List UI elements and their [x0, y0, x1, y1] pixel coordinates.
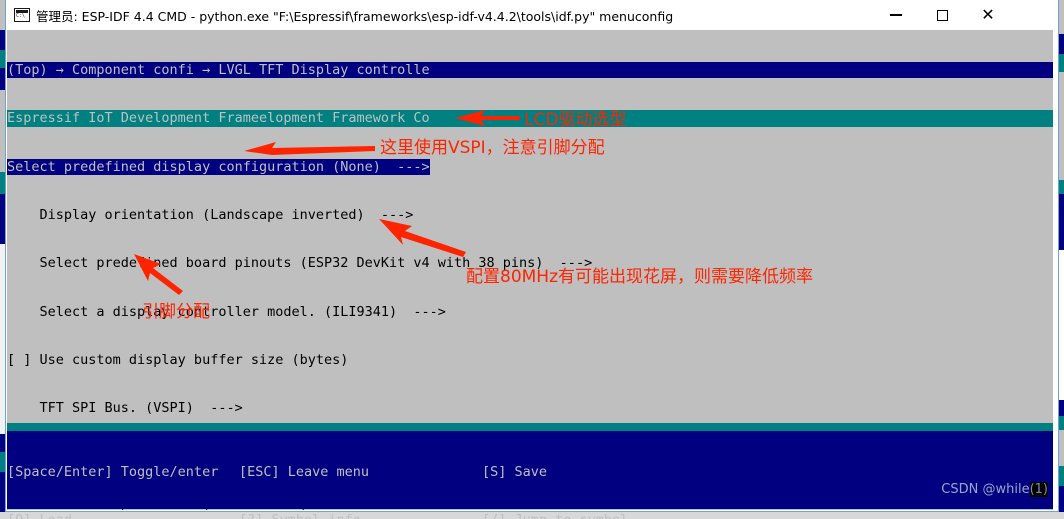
minimize-icon [890, 14, 902, 16]
help-row: [O] Load [?] Symbol info [/] Jump to sym… [7, 512, 1053, 519]
vspi-note: 这里使用VSPI，注意引脚分配 [380, 138, 605, 158]
cmd-console-icon [14, 8, 30, 22]
watermark-tail: (1) [1029, 482, 1048, 497]
menu-item[interactable]: TFT SPI Bus. (VSPI) ---> [7, 400, 1053, 416]
close-icon: ✕ [981, 5, 995, 24]
menu-item-selected-label: Select predefined display configuration … [7, 158, 430, 175]
minimize-button[interactable] [873, 0, 919, 30]
frequency-note: 配置80MHz有可能出现花屏，则需要降低频率 [466, 267, 814, 287]
maximize-button[interactable] [919, 0, 965, 30]
help-cell: [ESC] Leave menu [239, 464, 370, 481]
window-title: 管理员: ESP-IDF 4.4 CMD - python.exe "F:\Es… [36, 8, 674, 24]
help-panel: [Space/Enter] Toggle/enter [ESC] Leave m… [7, 431, 1053, 519]
watermark: CSDN @while(1) [941, 482, 1048, 497]
lcd-driver-note: LCD驱动选型 [524, 110, 627, 130]
help-cell: [/] Jump to symbol [482, 512, 628, 519]
menu-item[interactable]: Display orientation (Landscape inverted)… [7, 207, 1053, 223]
help-cell: [S] Save [482, 464, 548, 481]
screen: 管理员: ESP-IDF 4.4 CMD - python.exe "F:\Es… [0, 0, 1064, 519]
help-cell: [O] Load [7, 512, 239, 519]
maximize-icon [936, 9, 948, 21]
help-row: [Space/Enter] Toggle/enter [ESC] Leave m… [7, 464, 1053, 480]
menu-item[interactable]: [ ] Use custom display buffer size (byte… [7, 352, 1053, 368]
watermark-prefix: CSDN @while [941, 482, 1030, 497]
title-bar[interactable]: 管理员: ESP-IDF 4.4 CMD - python.exe "F:\Es… [6, 0, 1058, 30]
help-separator [7, 423, 1053, 431]
breadcrumb: (Top) → Component confi → LVGL TFT Displ… [7, 62, 1053, 79]
pin-assign-note: 引脚分配 [142, 302, 210, 322]
help-cell: [?] Symbol info [239, 512, 482, 519]
console-window: 管理员: ESP-IDF 4.4 CMD - python.exe "F:\Es… [5, 0, 1059, 519]
close-button[interactable]: ✕ [965, 0, 1011, 30]
menu-item-selected[interactable]: Select predefined display configuration … [7, 158, 1053, 175]
help-cell: [Space/Enter] Toggle/enter [7, 464, 219, 481]
